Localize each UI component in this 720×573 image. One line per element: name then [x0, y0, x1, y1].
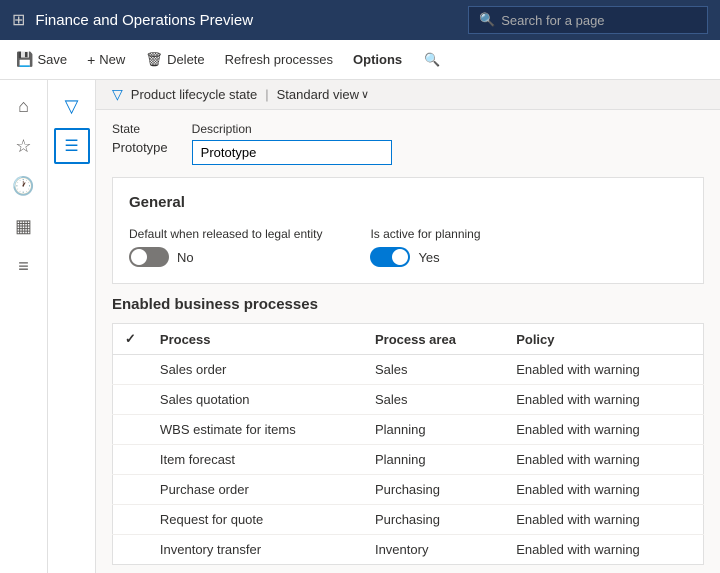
row-process-cell: Sales order	[148, 355, 363, 385]
row-check-cell	[113, 445, 148, 475]
row-area-cell: Sales	[363, 355, 504, 385]
nav-workspaces-icon[interactable]: ▦	[6, 208, 42, 244]
th-check: ✓	[113, 324, 148, 355]
default-toggle-container: No	[129, 247, 322, 267]
top-bar: ⊞ Finance and Operations Preview 🔍 Searc…	[0, 0, 720, 40]
second-sidebar: ▽ ☰	[48, 80, 96, 573]
row-process-cell: WBS estimate for items	[148, 415, 363, 445]
row-check-cell	[113, 355, 148, 385]
table-header-row: ✓ Process Process area Policy	[113, 324, 704, 355]
grid-icon: ⊞	[12, 10, 25, 30]
row-policy-cell: Enabled with warning	[504, 505, 703, 535]
delete-button[interactable]: 🗑 Delete	[137, 47, 212, 72]
planning-toggle[interactable]	[370, 247, 410, 267]
nav-recent-icon[interactable]: 🕐	[6, 168, 42, 204]
content-area: ▽ Product lifecycle state | Standard vie…	[96, 80, 720, 573]
row-area-cell: Purchasing	[363, 505, 504, 535]
row-area-cell: Purchasing	[363, 475, 504, 505]
sidebar-list-icon[interactable]: ☰	[54, 128, 90, 164]
save-button[interactable]: 💾 Save	[8, 47, 75, 72]
table-row: Inventory transfer Inventory Enabled wit…	[113, 535, 704, 565]
table-row: WBS estimate for items Planning Enabled …	[113, 415, 704, 445]
table-row: Purchase order Purchasing Enabled with w…	[113, 475, 704, 505]
search-icon: 🔍	[479, 12, 495, 28]
row-process-cell: Inventory transfer	[148, 535, 363, 565]
left-nav: ⌂ ☆ 🕐 ▦ ≡	[0, 80, 48, 573]
description-input[interactable]	[192, 140, 392, 165]
toggle-knob-on	[392, 249, 408, 265]
business-processes-section: Enabled business processes ✓ Process Pro…	[112, 296, 704, 565]
general-title: General	[129, 194, 687, 211]
toolbar: 💾 Save + New 🗑 Delete Refresh processes …	[0, 40, 720, 80]
row-check-cell	[113, 385, 148, 415]
row-area-cell: Sales	[363, 385, 504, 415]
planning-toggle-label: Yes	[418, 250, 439, 265]
row-check-cell	[113, 475, 148, 505]
business-processes-title: Enabled business processes	[112, 296, 704, 313]
breadcrumb-view-selector[interactable]: Standard view ∨	[277, 87, 369, 102]
breadcrumb-filter-icon: ▽	[112, 86, 123, 103]
add-icon: +	[87, 52, 95, 68]
default-toggle-group: Default when released to legal entity No	[129, 227, 322, 267]
sidebar-filter-icon[interactable]: ▽	[54, 88, 90, 124]
row-policy-cell: Enabled with warning	[504, 475, 703, 505]
table-row: Item forecast Planning Enabled with warn…	[113, 445, 704, 475]
field-row: State Prototype Description	[112, 122, 704, 165]
general-section: General Default when released to legal e…	[112, 177, 704, 284]
table-row: Request for quote Purchasing Enabled wit…	[113, 505, 704, 535]
th-area: Process area	[363, 324, 504, 355]
refresh-button[interactable]: Refresh processes	[217, 48, 341, 71]
row-policy-cell: Enabled with warning	[504, 535, 703, 565]
description-label: Description	[192, 122, 392, 136]
row-check-cell	[113, 505, 148, 535]
chevron-down-icon: ∨	[361, 88, 369, 101]
breadcrumb-separator: |	[265, 87, 268, 102]
toggle-row: Default when released to legal entity No…	[129, 227, 687, 267]
nav-modules-icon[interactable]: ≡	[6, 248, 42, 284]
row-check-cell	[113, 535, 148, 565]
breadcrumb-page: Product lifecycle state	[131, 87, 257, 102]
row-area-cell: Inventory	[363, 535, 504, 565]
toggle-knob-off	[131, 249, 147, 265]
options-button[interactable]: Options	[345, 48, 410, 71]
state-label: State	[112, 122, 168, 136]
row-policy-cell: Enabled with warning	[504, 445, 703, 475]
row-area-cell: Planning	[363, 415, 504, 445]
row-check-cell	[113, 415, 148, 445]
row-process-cell: Item forecast	[148, 445, 363, 475]
default-toggle-label: No	[177, 250, 194, 265]
form-fields: State Prototype Description	[96, 110, 720, 165]
toolbar-search-icon[interactable]: 🔍	[418, 48, 446, 72]
delete-icon: 🗑	[145, 51, 163, 68]
planning-label: Is active for planning	[370, 227, 480, 241]
search-placeholder: Search for a page	[501, 13, 604, 28]
state-field-group: State Prototype	[112, 122, 168, 165]
planning-toggle-group: Is active for planning Yes	[370, 227, 480, 267]
new-button[interactable]: + New	[79, 48, 133, 72]
state-value: Prototype	[112, 140, 168, 155]
app-title: Finance and Operations Preview	[35, 12, 468, 29]
default-label: Default when released to legal entity	[129, 227, 322, 241]
breadcrumb-bar: ▽ Product lifecycle state | Standard vie…	[96, 80, 720, 110]
process-table: ✓ Process Process area Policy Sales orde…	[112, 323, 704, 565]
table-row: Sales order Sales Enabled with warning	[113, 355, 704, 385]
row-policy-cell: Enabled with warning	[504, 385, 703, 415]
row-process-cell: Request for quote	[148, 505, 363, 535]
table-row: Sales quotation Sales Enabled with warni…	[113, 385, 704, 415]
description-field-group: Description	[192, 122, 392, 165]
planning-toggle-container: Yes	[370, 247, 480, 267]
nav-favorite-icon[interactable]: ☆	[6, 128, 42, 164]
row-policy-cell: Enabled with warning	[504, 415, 703, 445]
nav-home-icon[interactable]: ⌂	[6, 88, 42, 124]
row-process-cell: Sales quotation	[148, 385, 363, 415]
save-icon: 💾	[16, 51, 33, 68]
search-bar[interactable]: 🔍 Search for a page	[468, 6, 708, 34]
row-process-cell: Purchase order	[148, 475, 363, 505]
th-policy: Policy	[504, 324, 703, 355]
th-process: Process	[148, 324, 363, 355]
main-layout: ⌂ ☆ 🕐 ▦ ≡ ▽ ☰ ▽ Product lifecycle state …	[0, 80, 720, 573]
row-area-cell: Planning	[363, 445, 504, 475]
row-policy-cell: Enabled with warning	[504, 355, 703, 385]
default-toggle[interactable]	[129, 247, 169, 267]
